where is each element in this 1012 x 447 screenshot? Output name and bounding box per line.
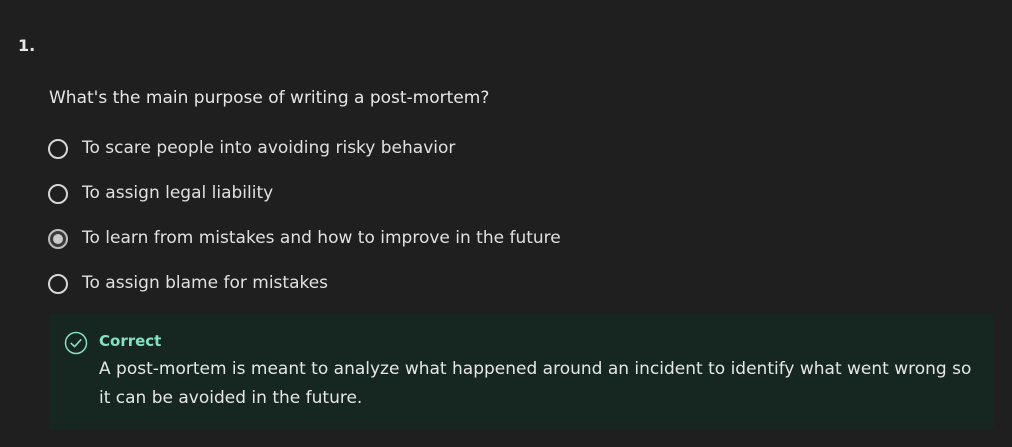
check-circle-icon (64, 331, 88, 355)
answer-option-label: To scare people into avoiding risky beha… (82, 138, 456, 158)
feedback-message: A post-mortem is meant to analyze what h… (99, 359, 972, 408)
radio-button-selected[interactable] (48, 228, 68, 249)
answer-option[interactable]: To assign legal liability (48, 179, 988, 207)
answer-option-label: To learn from mistakes and how to improv… (82, 228, 561, 248)
answer-option-label: To assign blame for mistakes (82, 273, 329, 293)
radio-button[interactable] (48, 138, 68, 159)
question-text: What's the main purpose of writing a pos… (49, 88, 490, 108)
answer-options: To scare people into avoiding risky beha… (48, 134, 988, 314)
answer-option[interactable]: To scare people into avoiding risky beha… (48, 134, 988, 162)
question-number: 1. (18, 36, 36, 55)
answer-option[interactable]: To assign blame for mistakes (48, 269, 988, 297)
quiz-page: 1. What's the main purpose of writing a … (0, 0, 1012, 447)
feedback-status: Correct (99, 332, 162, 350)
feedback-panel: Correct A post-mortem is meant to analyz… (49, 314, 994, 429)
radio-button[interactable] (48, 273, 68, 294)
answer-option[interactable]: To learn from mistakes and how to improv… (48, 224, 988, 252)
answer-option-label: To assign legal liability (82, 183, 274, 203)
radio-button[interactable] (48, 183, 68, 204)
